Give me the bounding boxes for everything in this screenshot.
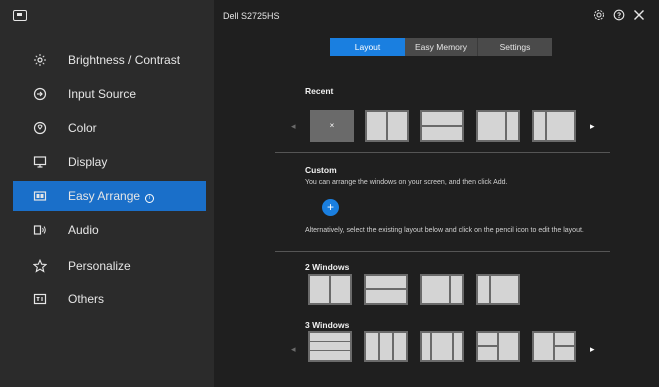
sidebar-item-personalize[interactable]: Personalize <box>13 251 206 281</box>
sidebar-item-label: Brightness / Contrast <box>68 53 181 67</box>
recent-layout-two-rows[interactable] <box>420 110 464 142</box>
divider <box>275 152 610 153</box>
tab-layout[interactable]: Layout <box>330 38 405 56</box>
audio-icon <box>33 225 46 235</box>
custom-instruction: You can arrange the windows on your scre… <box>305 179 508 186</box>
tab-easy-memory[interactable]: Easy Memory <box>405 38 478 56</box>
sidebar-item-label: Color <box>68 121 97 135</box>
sidebar-item-color[interactable]: Color <box>13 113 206 143</box>
layout-3w-columns[interactable] <box>364 331 408 362</box>
sidebar-item-label: Input Source <box>68 87 137 101</box>
recent-title: Recent <box>305 86 334 96</box>
info-icon[interactable]: i <box>145 194 155 203</box>
three-windows-prev-arrow-icon[interactable]: ◂ <box>291 344 296 354</box>
sidebar-item-label: Personalize <box>68 259 131 273</box>
recent-layout-two-columns[interactable] <box>365 110 409 142</box>
easy-arrange-icon <box>33 191 47 201</box>
recent-prev-arrow-icon[interactable]: ◂ <box>291 121 296 131</box>
layout-2w-columns[interactable] <box>308 274 352 305</box>
sidebar-item-label: Audio <box>68 223 99 237</box>
layout-2w-wide-left[interactable] <box>420 274 464 305</box>
layout-2w-narrow-left[interactable] <box>476 274 520 305</box>
sidebar: Brightness / Contrast Input Source Color… <box>0 0 214 387</box>
brightness-icon <box>34 54 46 66</box>
input-source-icon <box>33 87 47 101</box>
recent-layout-empty[interactable]: × <box>310 110 354 142</box>
sidebar-item-easy-arrange[interactable]: Easy Arrange i <box>13 181 206 211</box>
close-icon[interactable] <box>633 9 645 21</box>
sidebar-item-brightness-contrast[interactable]: Brightness / Contrast <box>13 45 206 75</box>
sidebar-item-label: Easy Arrange i <box>68 189 155 203</box>
remove-layout-icon[interactable]: × <box>310 110 354 142</box>
recent-layout-wide-left[interactable] <box>476 110 520 142</box>
sidebar-item-label: Display <box>68 155 108 169</box>
recent-layout-narrow-left[interactable] <box>532 110 576 142</box>
two-windows-title: 2 Windows <box>305 262 350 272</box>
color-icon <box>33 121 47 135</box>
layout-3w-right-split[interactable] <box>532 331 576 362</box>
settings-gear-icon[interactable] <box>593 9 605 21</box>
display-icon <box>33 156 47 168</box>
custom-alternative-text: Alternatively, select the existing layou… <box>305 227 584 234</box>
add-layout-button[interactable]: + <box>322 199 339 216</box>
three-windows-title: 3 Windows <box>305 320 350 330</box>
star-icon <box>33 259 47 273</box>
monitor-app-icon <box>13 10 27 21</box>
sidebar-item-input-source[interactable]: Input Source <box>13 79 206 109</box>
help-icon[interactable] <box>613 9 625 21</box>
three-windows-next-arrow-icon[interactable]: ▸ <box>590 344 595 354</box>
tab-settings[interactable]: Settings <box>478 38 552 56</box>
main-panel: Dell S2725HS Layout Easy Memory Settings… <box>214 0 659 387</box>
custom-title: Custom <box>305 165 337 175</box>
sidebar-item-others[interactable]: Others <box>13 284 206 314</box>
sidebar-item-audio[interactable]: Audio <box>13 215 206 245</box>
others-icon <box>33 293 47 305</box>
layout-3w-wide-center[interactable] <box>420 331 464 362</box>
monitor-model-title: Dell S2725HS <box>223 11 280 21</box>
sidebar-item-label: Others <box>68 292 105 306</box>
layout-3w-left-split[interactable] <box>476 331 520 362</box>
recent-next-arrow-icon[interactable]: ▸ <box>590 121 595 131</box>
divider <box>275 251 610 252</box>
layout-2w-rows[interactable] <box>364 274 408 305</box>
sidebar-item-display[interactable]: Display <box>13 147 206 177</box>
tab-bar: Layout Easy Memory Settings <box>330 38 552 56</box>
layout-3w-rows[interactable] <box>308 331 352 362</box>
